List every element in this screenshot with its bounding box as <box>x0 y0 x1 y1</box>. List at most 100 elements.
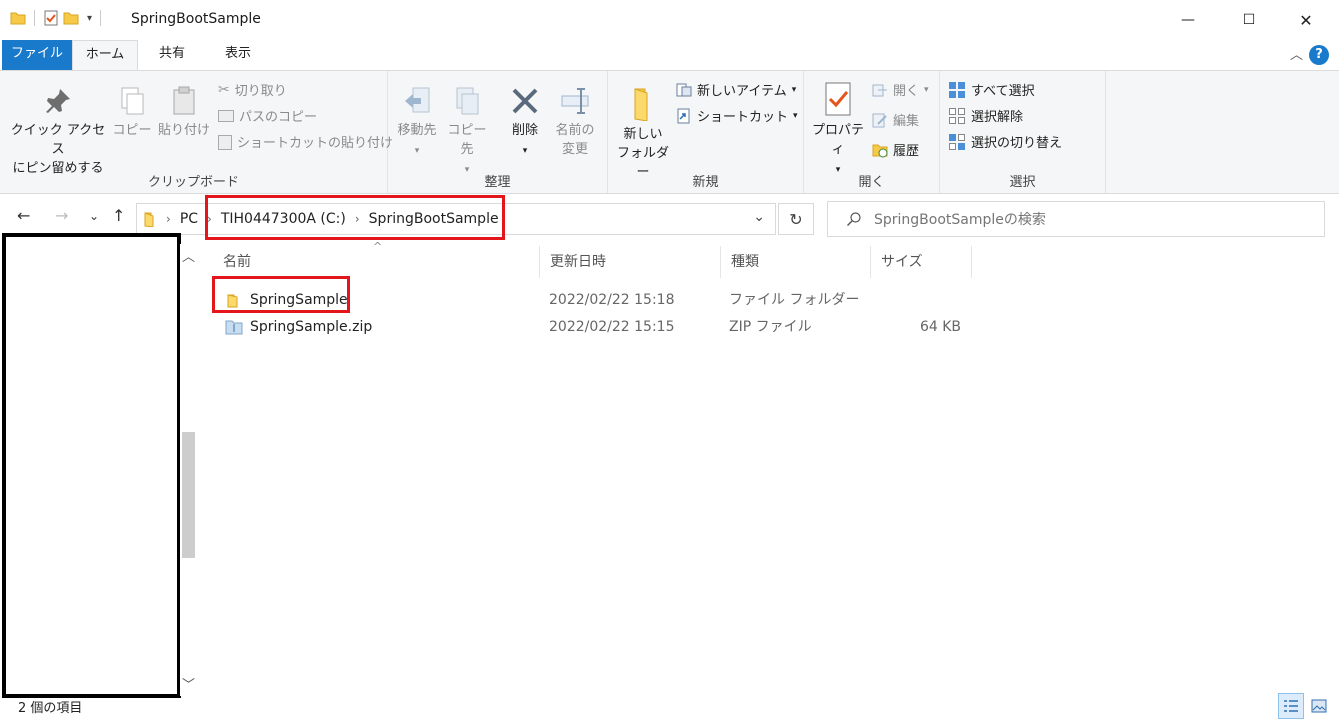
new-group: 新しい フォルダー 新しいアイテム ▾ ショートカット ▾ 新規 <box>608 71 804 193</box>
cut-button[interactable]: ✂ 切り取り <box>218 80 287 100</box>
file-name[interactable]: SpringSample.zip <box>250 314 372 341</box>
new-item-button[interactable]: 新しいアイテム ▾ <box>676 80 796 99</box>
invert-selection-icon <box>949 133 965 150</box>
tab-home[interactable]: ホーム <box>72 40 138 70</box>
column-header-modified[interactable]: 更新日時 <box>540 246 721 278</box>
rename-label-line2: 変更 <box>561 142 588 157</box>
clipboard-group: クイック アクセス にピン留めする コピー 貼り付け ✂ 切り取り パスのコピー… <box>0 71 393 193</box>
search-input[interactable] <box>874 210 1314 230</box>
history-icon <box>872 144 888 157</box>
pin-quick-access-button[interactable]: クイック アクセス にピン留めする <box>8 85 108 178</box>
properties-label: プロパティ <box>811 123 864 157</box>
details-view-button[interactable] <box>1278 693 1304 719</box>
delete-x-icon <box>512 88 538 114</box>
select-group-label: 選択 <box>1009 175 1036 190</box>
new-folder-label-line1: 新しい <box>623 127 663 142</box>
zip-icon <box>225 320 243 335</box>
new-folder-button[interactable]: 新しい フォルダー <box>612 85 674 182</box>
navigation-pane[interactable] <box>2 233 181 698</box>
move-to-button[interactable]: 移動先 ▾ <box>392 85 442 161</box>
search-box[interactable] <box>827 201 1325 237</box>
new-folder-icon[interactable] <box>63 10 79 26</box>
open-group: プロパティ ▾ 開く ▾ 編集 履歴 開く <box>804 71 940 193</box>
open-button[interactable]: 開く ▾ <box>872 80 929 99</box>
properties-check-icon[interactable] <box>43 10 59 26</box>
file-row[interactable]: SpringSample.zip 2022/02/22 15:15 ZIP ファ… <box>213 314 973 341</box>
file-size <box>879 287 961 314</box>
scroll-thumb[interactable] <box>182 432 195 558</box>
title-bar: ▾ SpringBootSample — ☐ ✕ <box>0 0 1339 40</box>
ribbon: クイック アクセス にピン留めする コピー 貼り付け ✂ 切り取り パスのコピー… <box>0 70 1339 194</box>
organize-group: 移動先 ▾ コピー先 ▾ 削除 ▾ 名前の 変更 整理 <box>388 71 608 193</box>
new-group-label: 新規 <box>692 175 719 190</box>
address-highlight-box <box>205 195 505 240</box>
nav-pane-scrollbar[interactable]: ︿ ﹀ <box>180 244 197 696</box>
address-history-chevron-icon[interactable]: ⌄ <box>753 209 765 225</box>
invert-selection-button[interactable]: 選択の切り替え <box>948 132 1062 151</box>
new-item-label: 新しいアイテム <box>697 84 787 99</box>
column-header-name[interactable]: 名前 <box>213 246 540 278</box>
select-all-icon <box>949 81 965 98</box>
copy-path-button[interactable]: パスのコピー <box>218 106 317 125</box>
copy-path-label: パスのコピー <box>239 110 318 125</box>
refresh-button[interactable]: ↻ <box>778 203 814 235</box>
folder-icon <box>10 12 26 25</box>
open-label: 開く <box>893 84 920 99</box>
back-arrow-icon[interactable]: ← <box>17 206 30 225</box>
copy-icon <box>121 87 144 115</box>
tab-view[interactable]: 表示 <box>210 40 266 70</box>
copy-to-button[interactable]: コピー先 ▾ <box>442 85 492 180</box>
scissors-icon: ✂ <box>218 81 230 98</box>
folder-icon <box>144 212 154 227</box>
large-icons-view-button[interactable] <box>1306 693 1332 719</box>
help-icon[interactable]: ? <box>1309 45 1329 65</box>
delete-button[interactable]: 削除 ▾ <box>502 85 548 161</box>
history-button[interactable]: 履歴 <box>872 140 919 159</box>
edit-button[interactable]: 編集 <box>872 110 919 129</box>
close-button[interactable]: ✕ <box>1283 0 1329 40</box>
tab-file[interactable]: ファイル <box>2 40 72 70</box>
copy-label: コピー <box>112 123 152 138</box>
delete-label: 削除 <box>511 123 538 138</box>
up-arrow-icon[interactable]: ↑ <box>112 206 125 225</box>
file-size: 64 KB <box>919 319 961 335</box>
file-modified: 2022/02/22 15:18 <box>549 292 675 308</box>
maximize-button[interactable]: ☐ <box>1226 0 1272 40</box>
chevron-down-icon: ▾ <box>793 110 798 121</box>
minimize-button[interactable]: — <box>1165 0 1211 40</box>
properties-button[interactable]: プロパティ ▾ <box>808 81 868 180</box>
select-none-button[interactable]: 選択解除 <box>948 106 1023 125</box>
rename-label-line1: 名前の <box>555 123 595 138</box>
column-header-type[interactable]: 種類 <box>721 246 871 278</box>
chevron-down-icon[interactable]: ▾ <box>87 13 92 24</box>
file-modified: 2022/02/22 15:15 <box>549 319 675 335</box>
paste-shortcut-button[interactable]: ショートカットの貼り付け <box>218 132 393 151</box>
properties-check-icon <box>825 82 851 116</box>
breadcrumb-pc[interactable]: PC <box>180 211 198 227</box>
file-type: ファイル フォルダー <box>729 292 860 308</box>
select-all-button[interactable]: すべて選択 <box>948 80 1035 99</box>
column-header-size[interactable]: サイズ <box>871 246 972 278</box>
select-group: すべて選択 選択解除 選択の切り替え 選択 <box>940 71 1106 193</box>
rename-button[interactable]: 名前の 変更 <box>550 85 600 159</box>
recent-locations-chevron-icon[interactable]: ⌄ <box>89 209 99 223</box>
new-folder-icon <box>634 88 648 121</box>
breadcrumb-chevron-icon[interactable]: › <box>166 212 171 226</box>
forward-arrow-icon[interactable]: → <box>55 206 68 225</box>
scroll-up-icon[interactable]: ︿ <box>182 246 195 265</box>
details-view-icon <box>1284 700 1298 712</box>
file-type: ZIP ファイル <box>729 319 812 335</box>
chevron-down-icon: ▾ <box>414 146 420 156</box>
paste-button[interactable]: 貼り付け <box>156 85 212 140</box>
shortcut-button[interactable]: ショートカット ▾ <box>676 106 798 125</box>
scroll-down-icon[interactable]: ﹀ <box>182 674 195 693</box>
chevron-down-icon: ▾ <box>924 84 929 95</box>
ribbon-collapse-icon[interactable]: ︿ <box>1290 44 1303 63</box>
copy-to-label: コピー先 <box>447 123 487 157</box>
tab-share[interactable]: 共有 <box>146 40 198 70</box>
copy-button[interactable]: コピー <box>112 85 152 140</box>
paste-shortcut-label: ショートカットの貼り付け <box>237 136 394 151</box>
select-none-icon <box>949 107 965 124</box>
shortcut-label: ショートカット <box>697 110 789 125</box>
pin-icon <box>46 89 70 113</box>
